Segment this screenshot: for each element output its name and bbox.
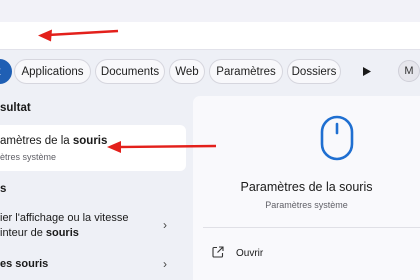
detail-title: Paramètres de la souris: [240, 180, 373, 194]
best-match-item[interactable]: amètres de la souris ètres système: [0, 125, 186, 171]
list-item-line1: es souris: [0, 258, 49, 270]
list-item-line1: ier l'affichage ou la vitesse: [0, 212, 129, 224]
avatar[interactable]: M: [398, 60, 420, 82]
open-external-icon: [212, 246, 224, 258]
filter-chip-applications[interactable]: Applications: [14, 59, 91, 84]
detail-subtitle: Paramètres système: [265, 200, 348, 210]
chevron-right-icon: ›: [163, 218, 167, 232]
more-filters-button[interactable]: [345, 59, 389, 84]
detail-pane: Paramètres de la souris Paramètres systè…: [193, 96, 420, 280]
filter-chip-documents[interactable]: Documents: [95, 59, 165, 84]
filter-row: t Applications Documents Web Paramètres …: [0, 56, 420, 88]
divider: [203, 227, 420, 228]
search-bar[interactable]: [0, 22, 420, 50]
list-item-line2: inteur de souris: [0, 227, 79, 239]
best-match-subtitle: ètres système: [0, 152, 57, 162]
open-action[interactable]: Ouvrir: [236, 248, 263, 259]
best-match-title: amètres de la souris: [0, 135, 108, 147]
filter-chip-web[interactable]: Web: [169, 59, 205, 84]
chevron-right-icon: ›: [163, 257, 167, 271]
play-icon: [363, 67, 371, 76]
list-item[interactable]: ier l'affichage ou la vitesse inteur de …: [0, 211, 186, 247]
best-match-heading: sultat: [0, 102, 31, 114]
list-item[interactable]: es souris ›: [0, 257, 186, 275]
mouse-icon: [320, 115, 354, 161]
section-heading: s: [0, 183, 7, 195]
top-strip: [0, 0, 420, 22]
filter-chip-all[interactable]: t: [0, 59, 12, 84]
filter-chip-dossiers[interactable]: Dossiers: [287, 59, 341, 84]
filter-chip-parametres[interactable]: Paramètres: [209, 59, 283, 84]
